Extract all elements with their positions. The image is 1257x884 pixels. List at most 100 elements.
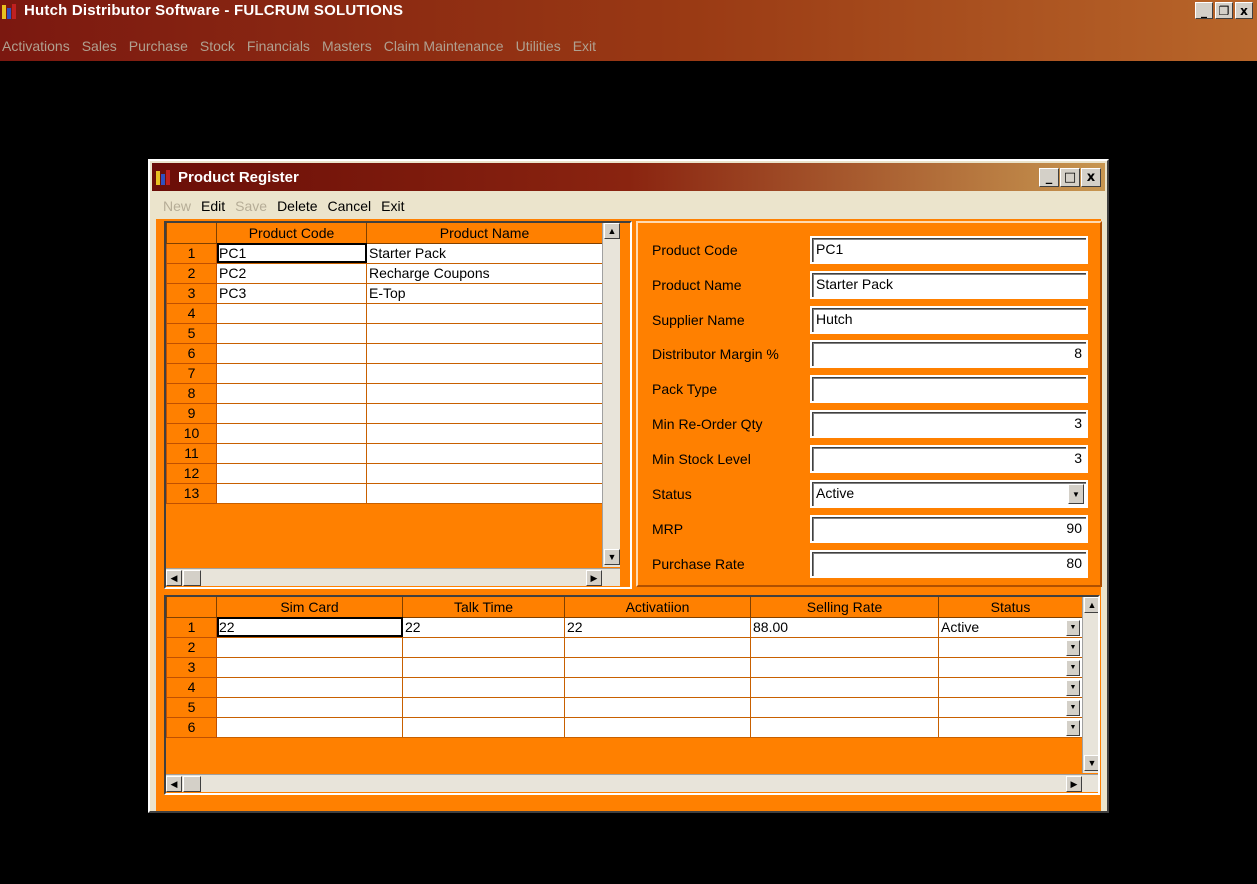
menu-delete[interactable]: Delete: [272, 198, 322, 214]
cell-activation[interactable]: [564, 716, 751, 738]
table-row[interactable]: 2 ▼: [166, 636, 1083, 658]
cell-product-name[interactable]: [366, 402, 603, 424]
child-maximize-icon[interactable]: □: [1060, 168, 1080, 187]
cell-activation[interactable]: 22: [564, 616, 751, 638]
menu-save[interactable]: Save: [230, 198, 272, 214]
scroll-right-icon[interactable]: ▶: [586, 570, 602, 586]
menu-new[interactable]: New: [158, 198, 196, 214]
cell-activation[interactable]: [564, 656, 751, 678]
col-header-selling-rate[interactable]: Selling Rate: [750, 597, 939, 618]
cell-product-code[interactable]: PC1: [216, 242, 367, 264]
cell-product-code[interactable]: [216, 402, 367, 424]
cell-sim-card[interactable]: [216, 656, 403, 678]
cell-sim-card[interactable]: 22: [216, 616, 403, 638]
table-row[interactable]: 7: [166, 362, 603, 384]
child-minimize-icon[interactable]: _: [1039, 168, 1059, 187]
scroll-up-icon[interactable]: ▲: [604, 223, 620, 239]
row-number[interactable]: 6: [166, 716, 217, 738]
menu-stock[interactable]: Stock: [194, 38, 241, 54]
cell-status[interactable]: ▼: [938, 696, 1083, 718]
row-number[interactable]: 5: [166, 696, 217, 718]
menu-purchase[interactable]: Purchase: [123, 38, 194, 54]
input-distributor-margin[interactable]: 8: [810, 340, 1088, 368]
restore-icon[interactable]: ❐: [1215, 2, 1233, 19]
cell-product-name[interactable]: [366, 322, 603, 344]
cell-selling-rate[interactable]: [750, 696, 939, 718]
input-product-code[interactable]: PC1: [810, 236, 1088, 264]
cell-product-name[interactable]: [366, 442, 603, 464]
table-row[interactable]: 5: [166, 322, 603, 344]
cell-talk-time[interactable]: [402, 636, 565, 658]
select-status[interactable]: Active ▼: [810, 480, 1088, 508]
cell-product-name[interactable]: [366, 482, 603, 504]
cell-talk-time[interactable]: [402, 716, 565, 738]
menu-edit[interactable]: Edit: [196, 198, 230, 214]
row-number[interactable]: 4: [166, 302, 217, 324]
row-number[interactable]: 8: [166, 382, 217, 404]
menu-sales[interactable]: Sales: [76, 38, 123, 54]
row-number[interactable]: 3: [166, 282, 217, 304]
cell-talk-time[interactable]: 22: [402, 616, 565, 638]
cell-status[interactable]: Active ▼: [938, 616, 1083, 638]
dropdown-arrow-icon[interactable]: ▼: [1066, 659, 1080, 676]
table-row[interactable]: 2 PC2 Recharge Coupons: [166, 262, 603, 284]
input-purchase-rate[interactable]: 80: [810, 550, 1088, 578]
scroll-left-icon[interactable]: ◀: [166, 570, 182, 586]
table-row[interactable]: 8: [166, 382, 603, 404]
cell-product-code[interactable]: PC2: [216, 262, 367, 284]
table-row[interactable]: 13: [166, 482, 603, 504]
dropdown-arrow-icon[interactable]: ▼: [1066, 619, 1080, 636]
cell-product-name[interactable]: E-Top: [366, 282, 603, 304]
menu-claim-maintenance[interactable]: Claim Maintenance: [378, 38, 510, 54]
product-grid-hscroll[interactable]: ◀ ▶: [166, 568, 620, 586]
cell-sim-card[interactable]: [216, 696, 403, 718]
cell-product-name[interactable]: [366, 342, 603, 364]
row-number[interactable]: 10: [166, 422, 217, 444]
col-header-status[interactable]: Status: [938, 597, 1083, 618]
row-number[interactable]: 12: [166, 462, 217, 484]
input-pack-type[interactable]: [810, 375, 1088, 403]
table-row[interactable]: 3 ▼: [166, 656, 1083, 678]
cell-product-code[interactable]: [216, 322, 367, 344]
row-number[interactable]: 4: [166, 676, 217, 698]
cell-status[interactable]: ▼: [938, 656, 1083, 678]
menu-masters[interactable]: Masters: [316, 38, 378, 54]
table-row[interactable]: 6 ▼: [166, 716, 1083, 738]
cell-product-code[interactable]: [216, 382, 367, 404]
cell-activation[interactable]: [564, 696, 751, 718]
row-number[interactable]: 6: [166, 342, 217, 364]
table-row[interactable]: 1 PC1 Starter Pack: [166, 242, 603, 264]
col-header-product-name[interactable]: Product Name: [366, 223, 603, 244]
row-number[interactable]: 3: [166, 656, 217, 678]
cell-product-name[interactable]: [366, 382, 603, 404]
cell-product-name[interactable]: [366, 302, 603, 324]
cell-product-name[interactable]: Recharge Coupons: [366, 262, 603, 284]
cell-sim-card[interactable]: [216, 676, 403, 698]
row-number[interactable]: 1: [166, 242, 217, 264]
table-row[interactable]: 4 ▼: [166, 676, 1083, 698]
dropdown-arrow-icon[interactable]: ▼: [1066, 719, 1080, 736]
dropdown-arrow-icon[interactable]: ▼: [1066, 699, 1080, 716]
cell-product-name[interactable]: [366, 462, 603, 484]
cell-product-code[interactable]: [216, 342, 367, 364]
row-number[interactable]: 1: [166, 616, 217, 638]
row-number[interactable]: 7: [166, 362, 217, 384]
cell-product-code[interactable]: PC3: [216, 282, 367, 304]
input-product-name[interactable]: Starter Pack: [810, 271, 1088, 299]
row-number[interactable]: 2: [166, 262, 217, 284]
scroll-down-icon[interactable]: ▼: [604, 549, 620, 565]
cell-product-code[interactable]: [216, 362, 367, 384]
scroll-thumb[interactable]: [183, 776, 201, 792]
cell-talk-time[interactable]: [402, 656, 565, 678]
table-row[interactable]: 3 PC3 E-Top: [166, 282, 603, 304]
cell-product-name[interactable]: Starter Pack: [366, 242, 603, 264]
cell-sim-card[interactable]: [216, 716, 403, 738]
table-row[interactable]: 11: [166, 442, 603, 464]
close-icon[interactable]: x: [1235, 2, 1253, 19]
menu-child-exit[interactable]: Exit: [376, 198, 409, 214]
cell-product-code[interactable]: [216, 422, 367, 444]
cell-status[interactable]: ▼: [938, 636, 1083, 658]
table-row[interactable]: 1 22 22 22 88.00 Active ▼: [166, 616, 1083, 638]
input-mrp[interactable]: 90: [810, 515, 1088, 543]
cell-product-name[interactable]: [366, 362, 603, 384]
